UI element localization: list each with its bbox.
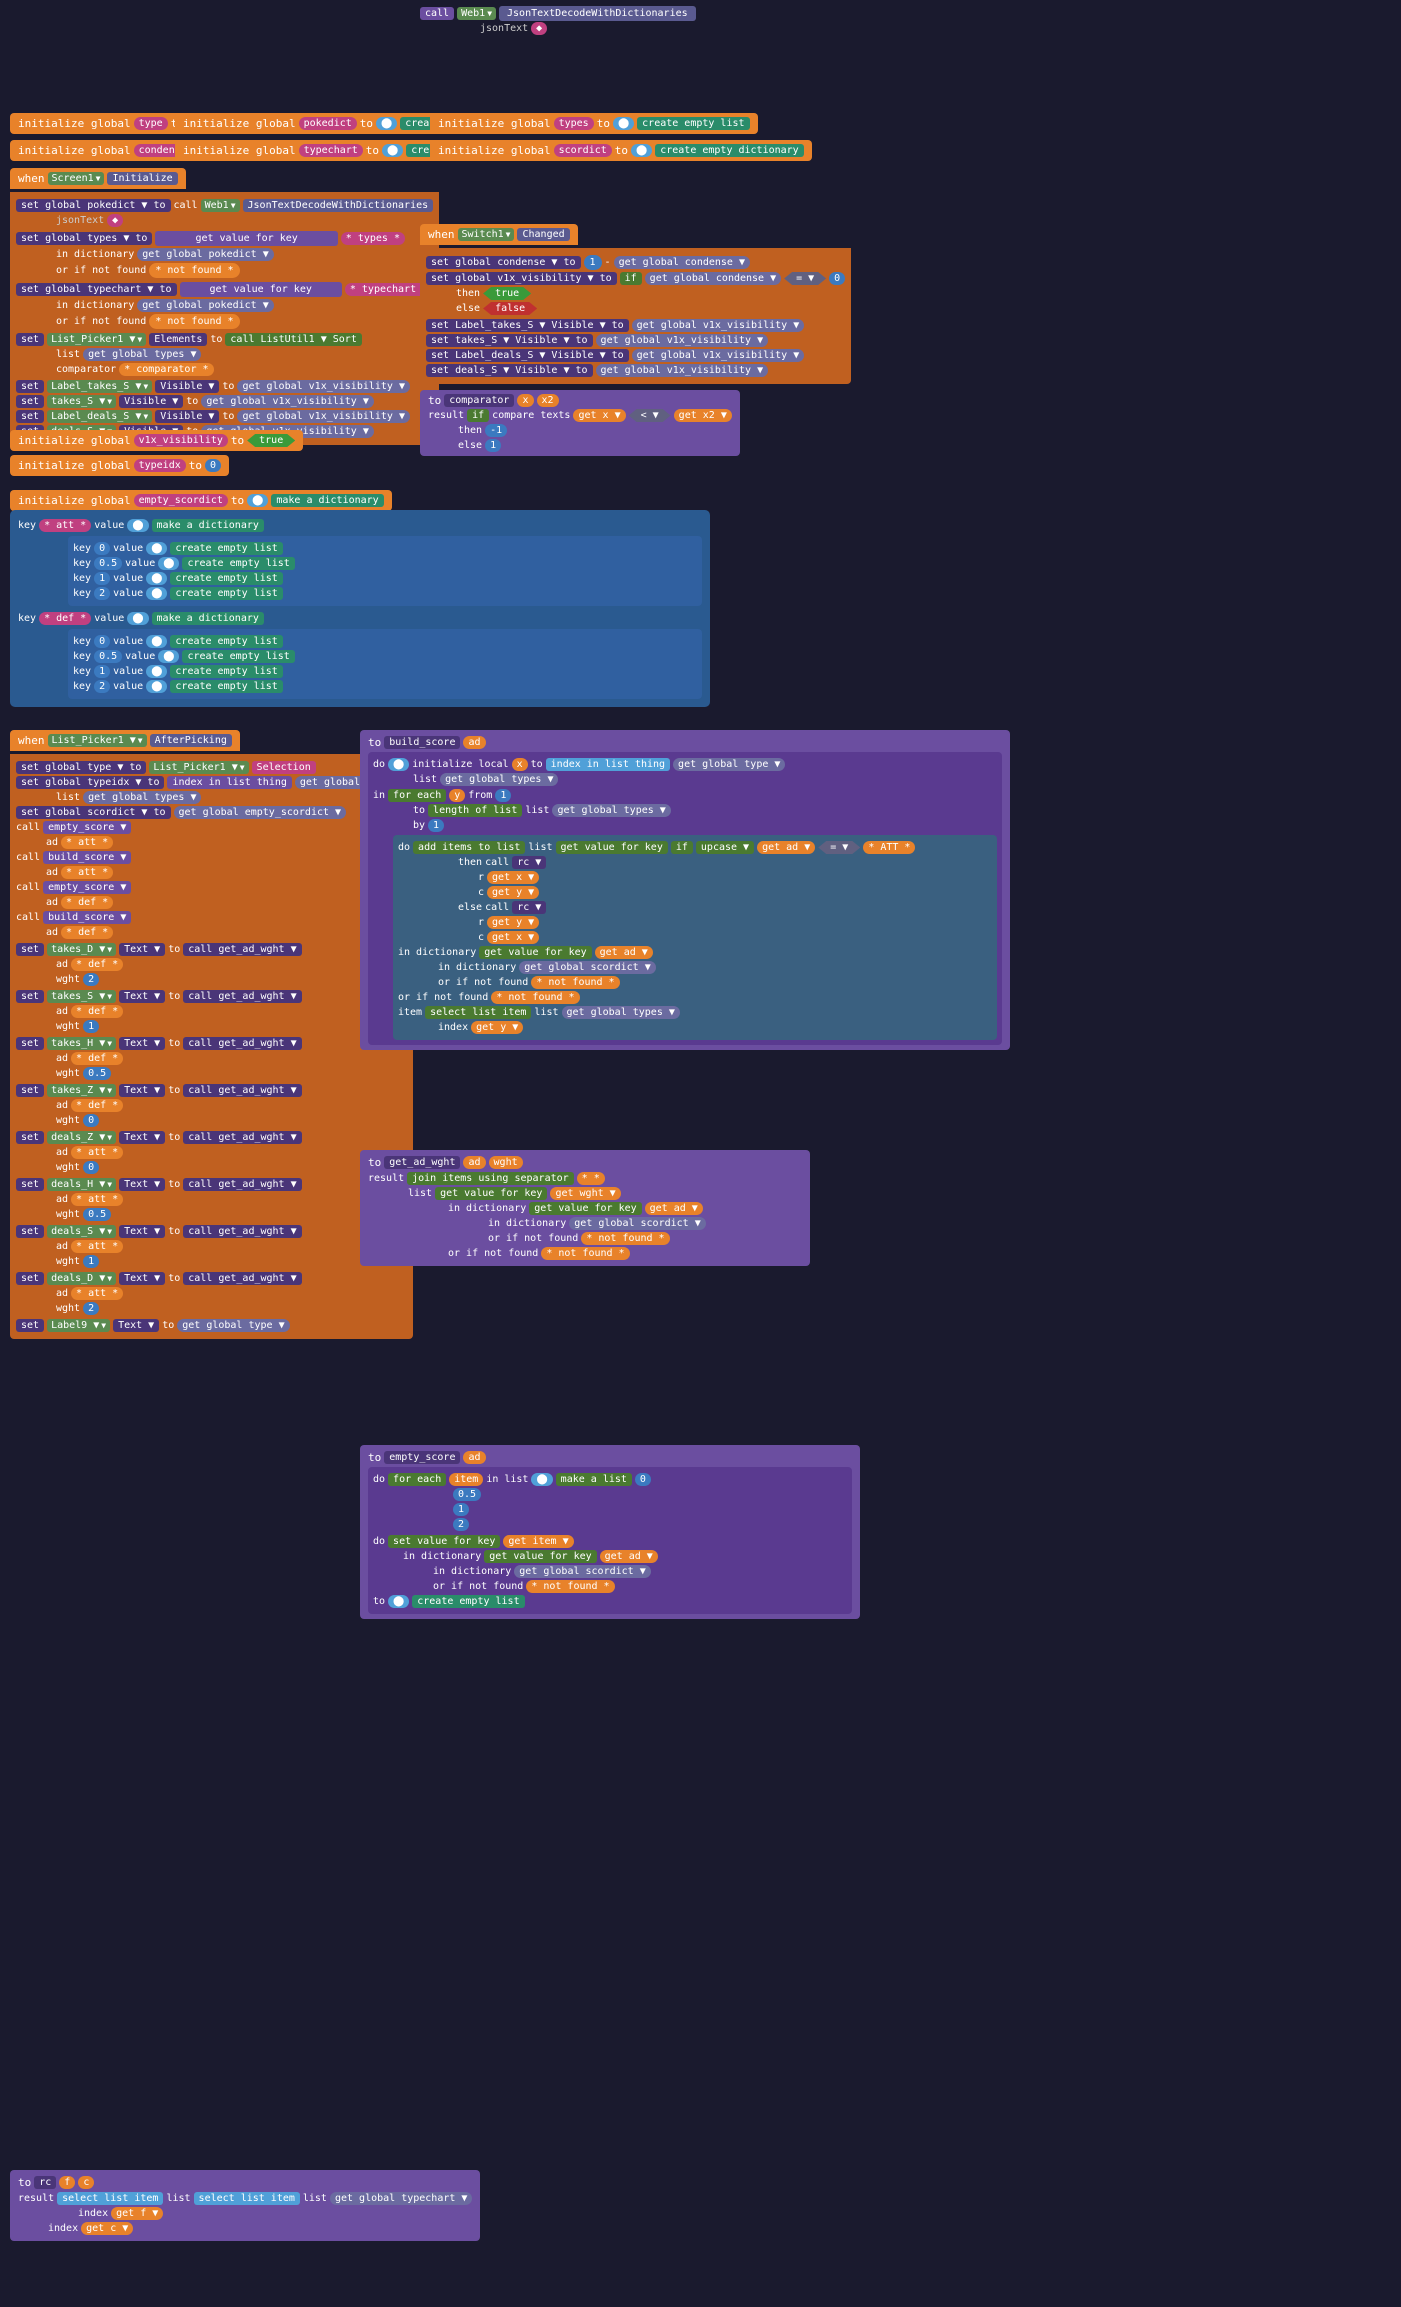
init-global-scordict: initialize global scordict to ⬤ create e… — [430, 140, 812, 161]
init-v1x-visibility: initialize global v1x_visibility to true — [10, 430, 303, 451]
type-var: type — [134, 117, 168, 130]
jsontext-label: jsonText — [480, 23, 528, 34]
proc-build-score: to build_score ad do ⬤ initialize local … — [360, 730, 1010, 1050]
init-typeidx: initialize global typeidx to 0 — [10, 455, 229, 476]
init-global-types: initialize global types to ⬤ create empt… — [430, 113, 758, 134]
web1-dropdown[interactable]: Web1 — [457, 7, 496, 20]
empty-scordict-dict-block: key * att * value ⬤ make a dictionary ke… — [10, 510, 710, 707]
screen1-do-body: set global pokedict ▼ to call Web1 JsonT… — [10, 192, 439, 445]
proc-get-ad-wght: to get_ad_wght ad wght result join items… — [360, 1150, 810, 1266]
call-keyword: call — [420, 7, 454, 20]
jsontext-value: ◆ — [531, 22, 547, 35]
proc-rc: to rc f c result select list item list s… — [10, 2170, 480, 2241]
top-call-block: call Web1 JsonTextDecodeWithDictionaries… — [420, 5, 696, 36]
when-switch1-changed: when Switch1 Changed — [420, 224, 578, 245]
listpicker-do-body: set global type ▼ to List_Picker1 ▼ Sele… — [10, 754, 413, 1339]
when-screen1-initialize: when Screen1 Initialize — [10, 168, 186, 189]
init-empty-scordict: initialize global empty_scordict to ⬤ ma… — [10, 490, 392, 511]
comparator-proc: to comparator x x2 result if compare tex… — [420, 390, 740, 456]
when-listpicker1-afterpicking: when List_Picker1 ▼ AfterPicking — [10, 730, 240, 751]
init-type-text: initialize global — [18, 117, 131, 130]
method-name: JsonTextDecodeWithDictionaries — [499, 6, 696, 21]
switch1-do-body: set global condense ▼ to 1 - get global … — [420, 248, 851, 384]
proc-empty-score: to empty_score ad do for each item in li… — [360, 1445, 860, 1619]
